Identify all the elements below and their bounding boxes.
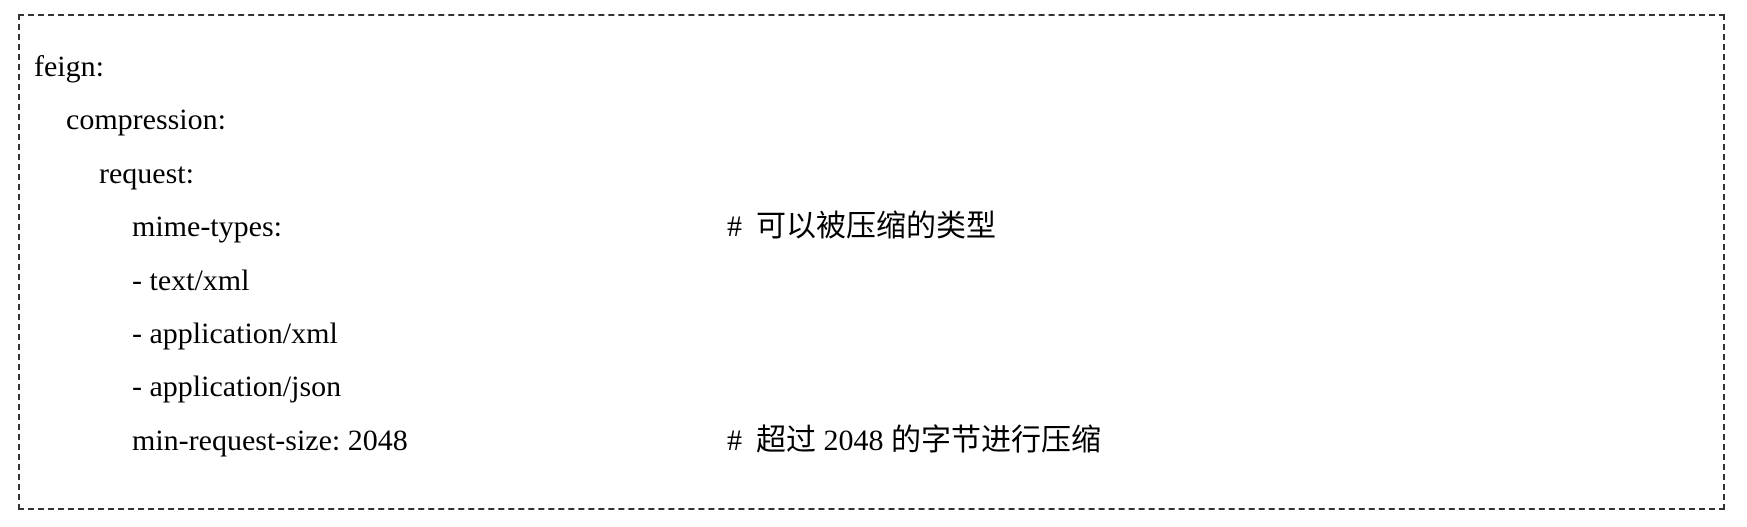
code-text: - application/json bbox=[132, 370, 342, 403]
code-text: - application/xml bbox=[132, 317, 338, 350]
code-text: min-request-size: 2048 bbox=[132, 424, 408, 457]
code-line-feign: feign: bbox=[20, 47, 1723, 87]
code-line-compression: compression: bbox=[20, 100, 1723, 140]
code-line-min-request-size: min-request-size: 2048 # 超过 2048 的字节进行压缩 bbox=[20, 421, 1723, 461]
code-text: feign: bbox=[34, 50, 104, 83]
code-comment: # 可以被压缩的类型 bbox=[727, 207, 996, 247]
code-line-text-xml: - text/xml bbox=[20, 261, 1723, 301]
code-line-mime-types: mime-types: # 可以被压缩的类型 bbox=[20, 207, 1723, 247]
comment-marker: # bbox=[727, 210, 742, 243]
code-line-application-xml: - application/xml bbox=[20, 314, 1723, 354]
code-line-application-json: - application/json bbox=[20, 367, 1723, 407]
comment-text: 超过 2048 的字节进行压缩 bbox=[756, 424, 1101, 457]
code-line-request: request: bbox=[20, 154, 1723, 194]
code-text: mime-types: bbox=[132, 210, 282, 243]
code-comment: # 超过 2048 的字节进行压缩 bbox=[727, 421, 1101, 461]
code-text: compression: bbox=[66, 103, 226, 136]
comment-marker: # bbox=[727, 424, 742, 457]
comment-text: 可以被压缩的类型 bbox=[756, 210, 996, 243]
code-text: - text/xml bbox=[132, 264, 250, 297]
code-text: request: bbox=[99, 157, 194, 190]
code-block: feign: compression: request: mime-types:… bbox=[18, 14, 1725, 510]
